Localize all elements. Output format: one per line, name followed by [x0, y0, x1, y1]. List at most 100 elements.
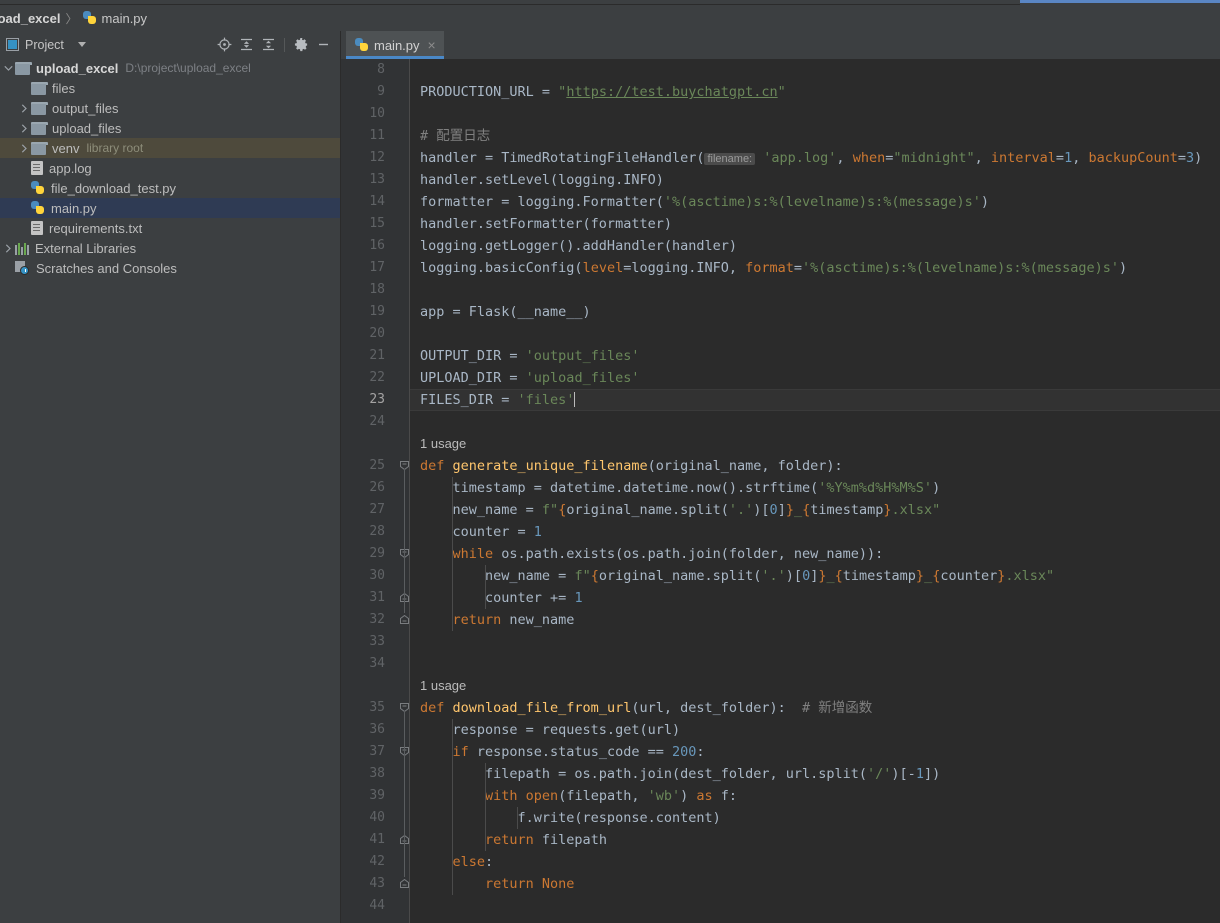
tree-item-venv[interactable]: venv library root: [0, 138, 340, 158]
tree-item-upload-files[interactable]: upload_files: [0, 118, 340, 138]
code-token: logging.getLogger().addHandler(handler): [420, 238, 737, 254]
code-token: # 新增函数: [802, 700, 873, 716]
code-line[interactable]: new_name = f"{original_name.split('.')[0…: [420, 499, 941, 521]
toolwindow-actions: [213, 34, 340, 56]
code-line[interactable]: return new_name: [420, 609, 575, 631]
code-line[interactable]: app = Flask(__name__): [420, 301, 591, 323]
code-token: 3: [1186, 150, 1195, 166]
code-token: '.': [728, 502, 754, 518]
tree-item-requirements-txt[interactable]: requirements.txt: [0, 218, 340, 238]
code-line[interactable]: new_name = f"{original_name.split('.')[0…: [420, 565, 1054, 587]
settings-gear-icon[interactable]: [290, 34, 312, 56]
code-token: as: [696, 788, 721, 804]
code-usage-annotation[interactable]: 1 usage: [420, 433, 466, 455]
tree-item-label: main.py: [51, 200, 97, 216]
close-icon[interactable]: ×: [428, 38, 436, 52]
code-line[interactable]: PRODUCTION_URL = "https://test.buychatgp…: [420, 81, 786, 103]
text-file-icon: [31, 161, 43, 175]
code-line[interactable]: with open(filepath, 'wb') as f:: [420, 785, 737, 807]
locate-icon[interactable]: [213, 34, 235, 56]
code-token: when: [852, 150, 886, 166]
tree-item-label: venv: [52, 140, 80, 156]
code-line[interactable]: while os.path.exists(os.path.join(folder…: [420, 543, 884, 565]
code-token: 'wb': [647, 788, 681, 804]
line-number: 18: [369, 282, 385, 297]
line-number: 39: [369, 788, 385, 803]
project-tree[interactable]: upload_excel D:\project\upload_excel files…: [0, 58, 340, 923]
tree-item-app-log[interactable]: app.log: [0, 158, 340, 178]
code-token: }: [883, 502, 892, 518]
code-token: response.status_code ==: [476, 744, 672, 760]
code-token: logging.basicConfig(: [420, 260, 583, 276]
code-line[interactable]: def generate_unique_filename(original_na…: [420, 455, 843, 477]
code-content[interactable]: PRODUCTION_URL = "https://test.buychatgp…: [410, 59, 1220, 923]
code-line[interactable]: formatter = logging.Formatter('%(asctime…: [420, 191, 989, 213]
tree-item-external-libraries[interactable]: External Libraries: [0, 238, 340, 258]
hide-window-icon[interactable]: [312, 34, 334, 56]
code-editor[interactable]: 8 9 10 11 12 13 14 15 16 17 18 19 20 21 22 23 24 25 26 27 28…: [341, 59, 1220, 923]
tree-item-label: External Libraries: [35, 240, 137, 256]
project-title-box[interactable]: Project: [0, 38, 213, 52]
collapse-all-icon[interactable]: [257, 34, 279, 56]
code-line[interactable]: handler.setLevel(logging.INFO): [420, 169, 664, 191]
toolbar-separator: [284, 37, 285, 52]
tree-item-files[interactable]: files: [0, 78, 340, 98]
code-line[interactable]: timestamp = datetime.datetime.now().strf…: [420, 477, 941, 499]
chevron-right-icon[interactable]: [18, 98, 31, 118]
code-token: )[-: [891, 766, 916, 782]
line-number: 10: [369, 106, 385, 121]
code-line[interactable]: return None: [420, 873, 574, 895]
code-line[interactable]: logging.getLogger().addHandler(handler): [420, 235, 737, 257]
code-line[interactable]: def download_file_from_url(url, dest_fol…: [420, 697, 872, 719]
code-token: =logging.INFO,: [623, 260, 746, 276]
code-token: ]): [923, 766, 941, 782]
tree-item-output-files[interactable]: output_files: [0, 98, 340, 118]
code-line[interactable]: handler.setFormatter(formatter): [420, 213, 672, 235]
chevron-right-icon[interactable]: [18, 138, 31, 158]
code-line[interactable]: # 配置日志: [420, 125, 490, 147]
code-token: 'output_files': [525, 348, 640, 364]
code-token: new_name =: [420, 502, 542, 518]
code-line[interactable]: counter = 1: [420, 521, 542, 543]
code-line[interactable]: return filepath: [420, 829, 607, 851]
code-token: 'upload_files': [525, 370, 640, 386]
tree-item-main-py[interactable]: main.py: [0, 198, 340, 218]
code-line[interactable]: if response.status_code == 200:: [420, 741, 705, 763]
code-line[interactable]: response = requests.get(url): [420, 719, 681, 741]
tree-item-scratches-and-consoles[interactable]: Scratches and Consoles: [0, 258, 340, 278]
code-line[interactable]: else:: [420, 851, 494, 873]
code-line[interactable]: filepath = os.path.join(dest_folder, url…: [420, 763, 940, 785]
chevron-down-icon[interactable]: [77, 42, 86, 47]
line-number: 11: [369, 128, 385, 143]
code-token: ): [680, 788, 697, 804]
code-line[interactable]: counter += 1: [420, 587, 583, 609]
code-token: =: [1055, 150, 1065, 166]
expand-all-icon[interactable]: [235, 34, 257, 56]
code-token: ): [1194, 150, 1203, 166]
code-line[interactable]: FILES_DIR = 'files': [420, 389, 576, 411]
breadcrumb-project[interactable]: load_excel: [0, 11, 61, 26]
chevron-right-icon[interactable]: [2, 238, 15, 258]
line-number: 38: [369, 766, 385, 781]
code-token: }: [785, 502, 794, 518]
code-line[interactable]: logging.basicConfig(level=logging.INFO, …: [420, 257, 1127, 279]
line-number: 42: [369, 854, 385, 869]
tree-item-file-download-test-py[interactable]: file_download_test.py: [0, 178, 340, 198]
code-line[interactable]: f.write(response.content): [420, 807, 721, 829]
code-line[interactable]: handler = TimedRotatingFileHandler(filen…: [420, 147, 1202, 169]
code-token: {: [590, 568, 599, 584]
breadcrumb-file[interactable]: main.py: [102, 11, 148, 26]
code-usage-annotation[interactable]: 1 usage: [420, 675, 466, 697]
tree-item-hint: library root: [86, 141, 144, 155]
chevron-right-icon[interactable]: [18, 118, 31, 138]
fold-connector-line: [404, 755, 405, 833]
code-token: level: [582, 260, 624, 276]
code-line[interactable]: OUTPUT_DIR = 'output_files': [420, 345, 639, 367]
code-line[interactable]: UPLOAD_DIR = 'upload_files': [420, 367, 639, 389]
indent-guide: [517, 807, 519, 829]
code-token: handler = TimedRotatingFileHandler(: [420, 150, 705, 166]
tab-main-py[interactable]: main.py ×: [346, 31, 444, 59]
tree-item-upload-excel[interactable]: upload_excel D:\project\upload_excel: [0, 58, 340, 78]
chevron-down-icon[interactable]: [2, 58, 15, 78]
folder-icon: [31, 141, 48, 155]
